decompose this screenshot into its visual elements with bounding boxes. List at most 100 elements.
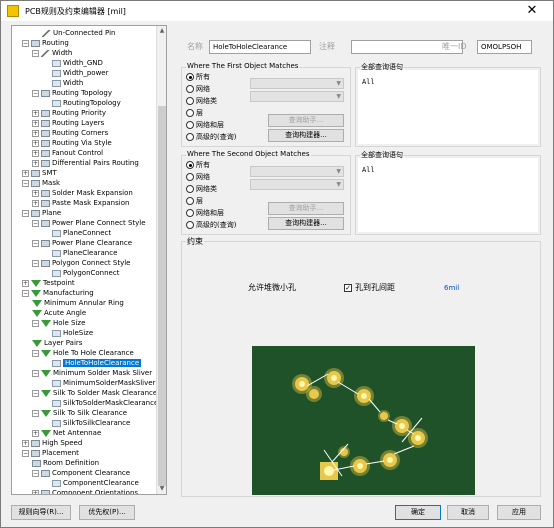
- tree-item[interactable]: − Hole Size: [32, 318, 85, 328]
- tree-item[interactable]: + Paste Mask Expansion: [32, 198, 129, 208]
- tree-item[interactable]: HoleSize: [52, 328, 93, 338]
- tree-item[interactable]: Width: [52, 78, 83, 88]
- expand-icon[interactable]: +: [32, 489, 39, 494]
- first_match-radio-option[interactable]: 网络: [186, 84, 210, 94]
- priority-button[interactable]: 优先权(P)...: [79, 505, 135, 520]
- second-query-builder-button[interactable]: 查询构建器...: [268, 217, 344, 230]
- scroll-thumb[interactable]: [158, 106, 166, 486]
- tree-item[interactable]: + SMT: [22, 168, 57, 178]
- tree-item[interactable]: − Routing Topology: [32, 88, 112, 98]
- second_match-radio-option[interactable]: 层: [186, 196, 203, 206]
- rule-wizard-button[interactable]: 规则向导(R)...: [11, 505, 71, 520]
- tree-item[interactable]: − Placement: [22, 448, 79, 458]
- tree-item[interactable]: − Power Plane Clearance: [32, 238, 132, 248]
- tree-item[interactable]: − Plane: [22, 208, 61, 218]
- ok-button[interactable]: 确定: [395, 505, 441, 520]
- collapse-icon[interactable]: −: [32, 409, 39, 417]
- second_match-radio-option[interactable]: 所有: [186, 160, 210, 170]
- apply-button[interactable]: 应用: [497, 505, 541, 520]
- tree-item[interactable]: − Manufacturing: [22, 288, 94, 298]
- tree-item[interactable]: Room Definition: [32, 458, 99, 468]
- collapse-icon[interactable]: −: [32, 239, 39, 247]
- collapse-icon[interactable]: −: [22, 289, 29, 297]
- collapse-icon[interactable]: −: [32, 89, 39, 97]
- unique-id-field[interactable]: OMOLPSOH: [477, 40, 532, 54]
- tree-item[interactable]: − Routing: [22, 38, 69, 48]
- collapse-icon[interactable]: −: [32, 259, 39, 267]
- tree-item[interactable]: Width_GND: [52, 58, 103, 68]
- tree-item[interactable]: SilkToSolderMaskClearance: [52, 398, 158, 408]
- hole-to-hole-value[interactable]: 6mil: [444, 284, 459, 292]
- expand-icon[interactable]: +: [32, 429, 39, 437]
- expand-icon[interactable]: +: [32, 129, 39, 137]
- tree-item[interactable]: MinimumSolderMaskSliver: [52, 378, 155, 388]
- second-net-combo[interactable]: ▼: [250, 166, 344, 177]
- collapse-icon[interactable]: −: [32, 49, 39, 57]
- tree-item[interactable]: − Component Clearance: [32, 468, 130, 478]
- collapse-icon[interactable]: −: [32, 319, 39, 327]
- rules-tree[interactable]: Un-Connected Pin − Routing − Width Width_GND W…: [11, 25, 167, 495]
- allow-stacked-micro-holes-checkbox[interactable]: ✓ 孔到孔间距: [344, 282, 395, 293]
- tree-item[interactable]: HoleToHoleClearance: [52, 358, 142, 368]
- collapse-icon[interactable]: −: [32, 389, 39, 397]
- second_match-radio-option[interactable]: 网络和层: [186, 208, 224, 218]
- tree-item[interactable]: − Polygon Connect Style: [32, 258, 130, 268]
- tree-item[interactable]: + High Speed: [22, 438, 82, 448]
- scroll-down-icon[interactable]: ▼: [158, 485, 166, 493]
- tree-item[interactable]: + Fanout Control: [32, 148, 103, 158]
- tree-item[interactable]: + Testpoint: [22, 278, 75, 288]
- tree-item[interactable]: Layer Pairs: [32, 338, 82, 348]
- expand-icon[interactable]: +: [32, 139, 39, 147]
- scroll-up-icon[interactable]: ▲: [158, 27, 166, 35]
- first-net-combo[interactable]: ▼: [250, 78, 344, 89]
- tree-item[interactable]: Width_power: [52, 68, 108, 78]
- collapse-icon[interactable]: −: [22, 449, 29, 457]
- second_match-radio-option[interactable]: 网络: [186, 172, 210, 182]
- first-netclass-combo[interactable]: ▼: [250, 91, 344, 102]
- tree-item[interactable]: + Routing Layers: [32, 118, 104, 128]
- tree-item[interactable]: PolygonConnect: [52, 268, 119, 278]
- collapse-icon[interactable]: −: [32, 219, 39, 227]
- tree-item[interactable]: ComponentClearance: [52, 478, 139, 488]
- expand-icon[interactable]: +: [32, 189, 39, 197]
- tree-item[interactable]: + Differential Pairs Routing: [32, 158, 139, 168]
- tree-item[interactable]: + Net Antennae: [32, 428, 101, 438]
- tree-item[interactable]: Minimum Annular Ring: [32, 298, 124, 308]
- tree-item[interactable]: − Hole To Hole Clearance: [32, 348, 134, 358]
- collapse-icon[interactable]: −: [22, 179, 29, 187]
- expand-icon[interactable]: +: [32, 109, 39, 117]
- first-query-builder-button[interactable]: 查询构建器...: [268, 129, 344, 142]
- first-query-text-box[interactable]: All: [358, 70, 538, 144]
- collapse-icon[interactable]: −: [32, 369, 39, 377]
- collapse-icon[interactable]: −: [22, 209, 29, 217]
- first_match-radio-option[interactable]: 网络和层: [186, 120, 224, 130]
- tree-item[interactable]: + Routing Via Style: [32, 138, 112, 148]
- tree-item[interactable]: Un-Connected Pin: [42, 28, 115, 38]
- second_match-radio-option[interactable]: 网络类: [186, 184, 217, 194]
- expand-icon[interactable]: +: [22, 279, 29, 287]
- tree-item[interactable]: Acute Angle: [32, 308, 86, 318]
- tree-item[interactable]: RoutingTopology: [52, 98, 121, 108]
- name-field[interactable]: HoleToHoleClearance: [209, 40, 311, 54]
- tree-item[interactable]: + Routing Corners: [32, 128, 108, 138]
- expand-icon[interactable]: +: [32, 159, 39, 167]
- tree-scrollbar[interactable]: ▲ ▼: [156, 26, 166, 494]
- tree-item[interactable]: + Solder Mask Expansion: [32, 188, 133, 198]
- second-netclass-combo[interactable]: ▼: [250, 179, 344, 190]
- tree-item[interactable]: − Silk To Silk Clearance: [32, 408, 127, 418]
- first_match-radio-option[interactable]: 高级的(查询): [186, 132, 236, 142]
- first_match-radio-option[interactable]: 所有: [186, 72, 210, 82]
- tree-item[interactable]: PlaneConnect: [52, 228, 111, 238]
- expand-icon[interactable]: +: [22, 439, 29, 447]
- tree-item[interactable]: PlaneClearance: [52, 248, 117, 258]
- cancel-button[interactable]: 取消: [447, 505, 489, 520]
- expand-icon[interactable]: +: [32, 199, 39, 207]
- first-query-helper-button[interactable]: 查询助手...: [268, 114, 344, 127]
- first_match-radio-option[interactable]: 层: [186, 108, 203, 118]
- expand-icon[interactable]: +: [32, 119, 39, 127]
- expand-icon[interactable]: +: [32, 149, 39, 157]
- second_match-radio-option[interactable]: 高级的(查询): [186, 220, 236, 230]
- second-query-text-box[interactable]: All: [358, 158, 538, 232]
- expand-icon[interactable]: +: [22, 169, 29, 177]
- collapse-icon[interactable]: −: [22, 39, 29, 47]
